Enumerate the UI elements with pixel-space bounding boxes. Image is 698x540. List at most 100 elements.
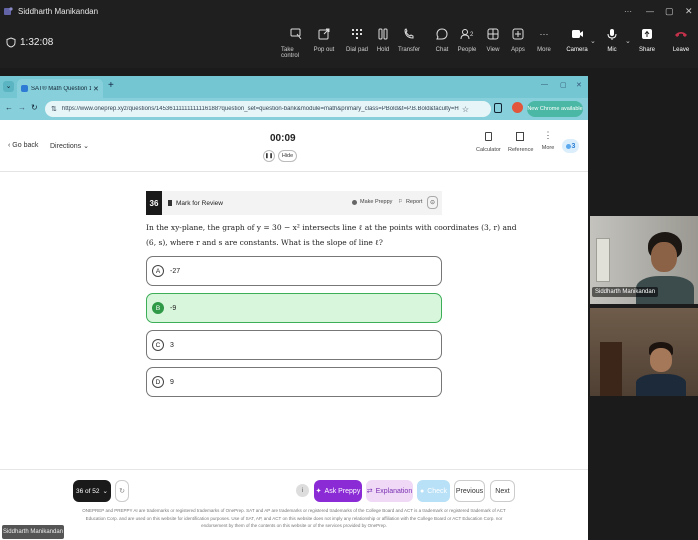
more-icon: ··· — [539, 29, 549, 39]
tab-close-icon[interactable]: ✕ — [93, 85, 99, 93]
browser-close-icon[interactable]: ✕ — [576, 81, 582, 89]
participant-tile-2[interactable] — [590, 308, 698, 396]
transfer-button[interactable]: Transfer — [394, 26, 424, 53]
take-control-button[interactable]: Take control — [281, 26, 311, 59]
make-preppy-button[interactable]: Make Preppy — [352, 199, 392, 205]
choice-letter: A — [152, 265, 164, 277]
minimize-icon[interactable]: — — [646, 7, 654, 16]
extension-icon[interactable] — [494, 103, 502, 113]
directions-button[interactable]: Directions ⌄ — [50, 142, 89, 150]
share-icon — [639, 26, 655, 42]
report-label: Report — [405, 199, 423, 205]
browser-tab-bar: ⌄ SAT® Math Question 145361... ✕ + — ▢ ✕ — [0, 76, 588, 98]
more-tools-label: More — [541, 145, 555, 151]
shield-icon — [6, 37, 16, 48]
question-text-line-2: (6, s), where r and s are constants. Wha… — [146, 238, 383, 247]
maximize-icon[interactable]: ▢ — [665, 6, 674, 17]
choice-letter: B — [152, 302, 164, 314]
more-vertical-icon: ⋮ — [543, 130, 553, 140]
streak-count: 3 — [571, 142, 576, 150]
choice-text: -27 — [170, 267, 181, 275]
calculator-label: Calculator — [476, 147, 501, 153]
window-title: Siddharth Manikandan — [18, 6, 99, 16]
site-info-icon[interactable]: ⇅ — [51, 105, 57, 113]
wall-cabinet — [600, 342, 622, 396]
transfer-label: Transfer — [397, 47, 421, 53]
chat-label: Chat — [435, 47, 449, 53]
profile-avatar[interactable] — [512, 102, 523, 113]
eliminate-toggle-icon[interactable]: ⊝ — [427, 196, 438, 209]
share-button[interactable]: Share — [632, 26, 662, 53]
chrome-update-badge[interactable]: New Chrome available — [527, 101, 583, 117]
close-icon[interactable]: ✕ — [685, 6, 693, 17]
new-tab-icon[interactable]: + — [108, 80, 114, 91]
make-preppy-label: Make Preppy — [360, 199, 393, 205]
active-tab[interactable]: SAT® Math Question 145361... ✕ — [17, 79, 103, 98]
calculator-icon — [484, 132, 492, 141]
more-button[interactable]: ··· More — [529, 26, 559, 53]
camera-button[interactable]: Camera — [562, 26, 592, 53]
go-back-button[interactable]: ‹ Go back — [8, 142, 38, 149]
take-control-icon — [288, 26, 304, 42]
dial-pad-label: Dial pad — [345, 47, 368, 53]
question-navigator-button[interactable]: 36 of 52 ⌄ — [73, 480, 111, 502]
explanation-button[interactable]: ⇄ Explanation — [366, 480, 413, 502]
tab-search-icon[interactable]: ⌄ — [3, 81, 14, 92]
mic-label: Mic — [607, 47, 617, 53]
mic-chevron-icon[interactable]: ⌄ — [625, 37, 631, 45]
leave-button[interactable]: Leave — [666, 26, 696, 53]
camera-chevron-icon[interactable]: ⌄ — [590, 37, 596, 45]
participant-tile-1[interactable]: Siddharth Manikandan — [590, 216, 698, 304]
tab-title: SAT® Math Question 145361... — [31, 85, 91, 92]
back-arrow-icon[interactable]: ← — [5, 103, 13, 112]
mic-button[interactable]: Mic — [597, 26, 627, 53]
reference-button[interactable]: Reference — [508, 132, 534, 153]
people-count-badge: 2 — [470, 32, 474, 38]
choice-b[interactable]: B -9 — [146, 293, 442, 323]
browser-restore-icon[interactable]: ▢ — [560, 81, 567, 89]
hold-label: Hold — [376, 47, 390, 53]
explanation-label: Explanation — [375, 487, 413, 495]
choice-text: 3 — [170, 341, 174, 349]
mark-for-review-button[interactable]: Mark for Review — [168, 200, 223, 207]
previous-button[interactable]: Previous — [454, 480, 485, 502]
pause-button[interactable]: ❚❚ — [263, 150, 275, 162]
view-icon — [485, 26, 501, 42]
calculator-button[interactable]: Calculator — [476, 132, 501, 153]
forward-arrow-icon[interactable]: → — [18, 103, 26, 112]
hide-timer-button[interactable]: Hide — [278, 150, 297, 162]
directions-label: Directions — [50, 143, 82, 150]
bookmark-star-icon[interactable]: ☆ — [462, 105, 469, 114]
call-toolbar: 1:32:08 Take control Pop out Dial pad Ho… — [0, 22, 698, 68]
choice-d[interactable]: D 9 — [146, 367, 442, 397]
choice-a[interactable]: A -27 — [146, 256, 442, 286]
camera-icon — [569, 26, 585, 42]
url-field[interactable]: ⇅ https://www.oneprep.xyz/questions/1453… — [45, 101, 491, 117]
reference-label: Reference — [508, 147, 534, 153]
door-frame — [596, 238, 610, 282]
trademark-disclaimer: ONEPREP and PREPPY AI are trademarks or … — [82, 508, 506, 528]
window-more-icon[interactable]: ··· — [624, 7, 632, 16]
more-tools-button[interactable]: ⋮ More — [538, 130, 558, 152]
choice-c[interactable]: C 3 — [146, 330, 442, 360]
ask-preppy-button[interactable]: ✦ Ask Preppy — [314, 480, 362, 502]
browser-minimize-icon[interactable]: — — [541, 81, 548, 88]
report-button[interactable]: ⚐ Report — [398, 199, 422, 205]
next-button[interactable]: Next — [490, 480, 515, 502]
check-button[interactable]: ● Check — [417, 480, 450, 502]
chat-icon — [434, 26, 450, 42]
info-button[interactable]: i — [296, 484, 309, 497]
preppy-icon — [352, 199, 357, 205]
browser-address-bar: ← → ↻ ⇅ https://www.oneprep.xyz/question… — [0, 98, 588, 120]
refresh-button[interactable]: ↻ — [115, 480, 129, 502]
reload-icon[interactable]: ↻ — [31, 103, 38, 112]
go-back-label: Go back — [12, 142, 39, 149]
question-text: In the xy-plane, the graph of y = 30 − x… — [146, 220, 517, 250]
choice-text: -9 — [170, 304, 177, 312]
question-header: 36 Mark for Review Make Preppy ⚐ Report … — [146, 191, 442, 215]
transfer-icon — [401, 26, 417, 42]
camera-label: Camera — [566, 47, 588, 53]
pop-out-button[interactable]: Pop out — [309, 26, 339, 53]
streak-badge[interactable]: 3 — [562, 139, 579, 153]
teams-title-bar: Siddharth Manikandan ··· — ▢ ✕ — [0, 0, 698, 22]
